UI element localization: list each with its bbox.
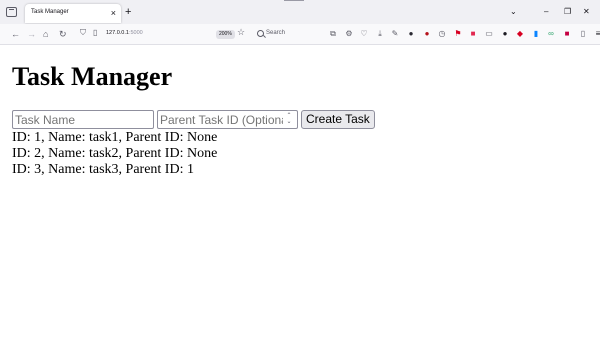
close-tab-icon[interactable]: ×: [111, 7, 116, 19]
search-icon: [257, 30, 264, 37]
browser-tab[interactable]: Task Manager ×: [25, 4, 121, 23]
task-item: ID: 2, Name: task2, Parent ID: None: [12, 146, 218, 161]
reader-view-icon[interactable]: ⧉: [329, 30, 337, 38]
flag-icon[interactable]: ⚑: [454, 30, 462, 38]
forward-icon[interactable]: →: [27, 28, 36, 40]
link-icon[interactable]: ∞: [547, 30, 555, 38]
page-icon[interactable]: ▯: [93, 28, 97, 37]
task-item: ID: 3, Name: task3, Parent ID: 1: [12, 162, 194, 177]
home-icon[interactable]: ⌂: [43, 28, 48, 40]
reload-icon[interactable]: ↻: [59, 28, 67, 40]
extension-dark-icon[interactable]: ●: [407, 30, 415, 38]
search-bar[interactable]: Search: [252, 27, 322, 41]
page-title: Task Manager: [12, 62, 173, 91]
search-placeholder: Search: [266, 30, 286, 36]
bookmark-icon[interactable]: ▮: [532, 30, 540, 38]
browser-nav-bar: ← → ⌂ ↻ ⛉ ▯ 127.0.0.1:5000 200% ☆ Search…: [0, 24, 600, 45]
star-icon[interactable]: ☆: [237, 27, 245, 38]
task-name-input[interactable]: [12, 110, 154, 129]
download-icon[interactable]: ⤓: [376, 30, 384, 38]
browser-tab-bar: Task Manager × + ⌄ – ❐ ✕: [0, 0, 600, 24]
settings-icon[interactable]: ⚙: [345, 30, 353, 38]
pocket-icon[interactable]: ♡: [360, 30, 368, 38]
shield-icon[interactable]: ⛉: [80, 28, 86, 38]
color-icon[interactable]: ◆: [516, 30, 524, 38]
tab-title: Task Manager: [31, 9, 69, 15]
spinner-down-icon[interactable]: ⌄: [283, 119, 295, 125]
zoom-level-badge[interactable]: 200%: [216, 30, 235, 39]
record-icon[interactable]: ■: [469, 30, 477, 38]
close-window-icon[interactable]: ✕: [583, 7, 590, 17]
parent-task-id-input[interactable]: [157, 110, 298, 129]
window-drag-indicator: [284, 0, 304, 1]
red-ext-icon[interactable]: ■: [563, 30, 571, 38]
url-text[interactable]: 127.0.0.1:5000: [106, 30, 143, 36]
task-item: ID: 1, Name: task1, Parent ID: None: [12, 130, 218, 145]
dark-circle-icon[interactable]: ●: [501, 30, 509, 38]
tools-icon[interactable]: ✎: [391, 30, 399, 38]
create-task-button[interactable]: Create Task: [301, 110, 375, 129]
tab-list-icon[interactable]: [6, 7, 17, 17]
doc-icon[interactable]: ▯: [579, 30, 587, 38]
new-tab-button[interactable]: +: [125, 5, 131, 19]
list-all-tabs-icon[interactable]: ⌄: [510, 7, 517, 17]
back-icon[interactable]: ←: [11, 28, 20, 40]
restore-icon[interactable]: ❐: [564, 7, 571, 17]
ublock-icon[interactable]: ●: [423, 30, 431, 38]
page-content: Task Manager ⌃ ⌄ Create Task ID: 1, Name…: [0, 45, 600, 364]
clock-icon[interactable]: ◷: [438, 30, 446, 38]
number-spinner[interactable]: ⌃ ⌄: [283, 113, 295, 126]
menu-icon[interactable]: ≡: [594, 30, 600, 38]
screen-icon[interactable]: ▭: [485, 30, 493, 38]
minimize-icon[interactable]: –: [544, 7, 548, 17]
task-list: ID: 1, Name: task1, Parent ID: None ID: 2…: [12, 130, 217, 178]
